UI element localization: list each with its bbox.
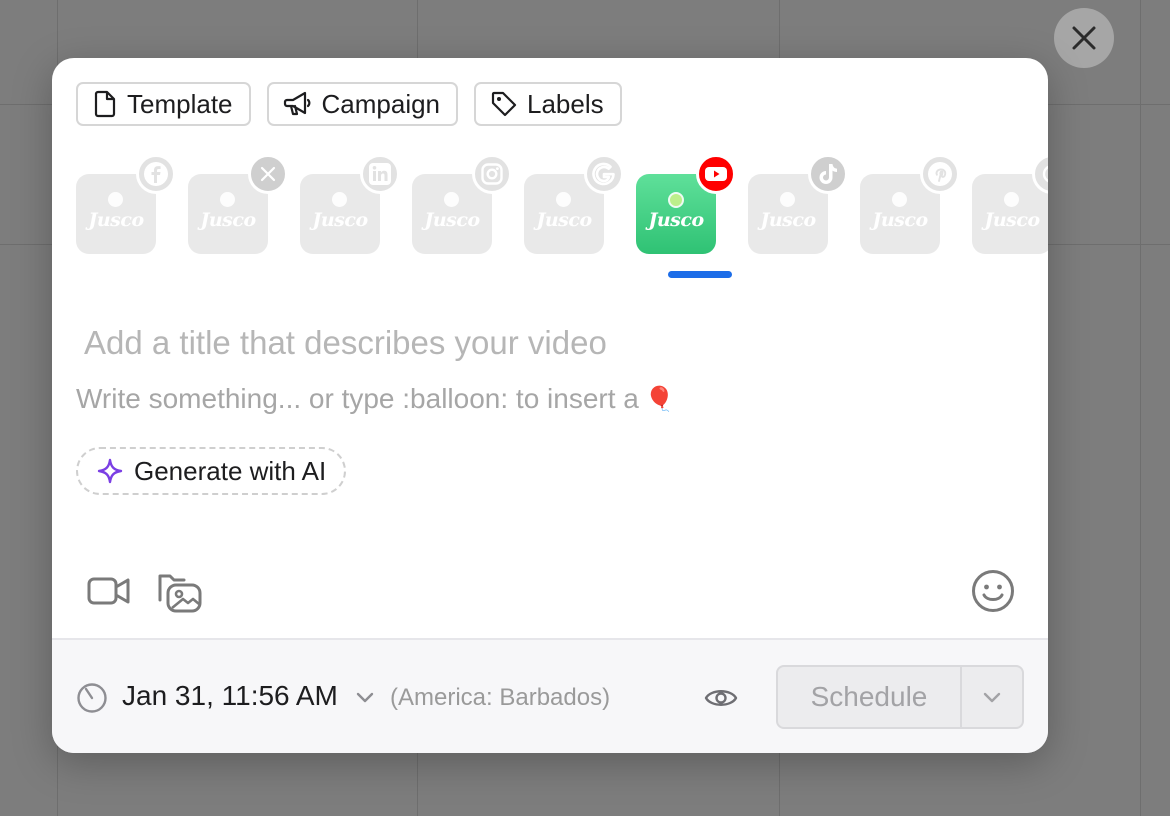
lime-logo-icon bbox=[444, 192, 459, 207]
tiktok-badge bbox=[808, 156, 848, 194]
profile-tiktok[interactable]: Jusco bbox=[748, 156, 848, 254]
template-button[interactable]: Template bbox=[76, 82, 251, 126]
add-video-button[interactable] bbox=[86, 568, 132, 619]
linkedin-badge bbox=[360, 156, 400, 194]
schedule-split-button: Schedule bbox=[776, 665, 1024, 729]
lime-logo-icon bbox=[108, 192, 123, 207]
chevron-down-icon[interactable] bbox=[354, 688, 376, 706]
compose-post-modal: Template Campaign Labels Jusco Jusco Jus… bbox=[52, 58, 1048, 753]
sparkle-icon bbox=[97, 458, 123, 484]
document-icon bbox=[94, 90, 116, 118]
x-badge bbox=[248, 156, 288, 194]
profile-x[interactable]: Jusco bbox=[188, 156, 288, 254]
facebook-badge bbox=[136, 156, 176, 194]
post-body-placeholder: Write something... or type :balloon: to … bbox=[76, 383, 639, 414]
labels-label: Labels bbox=[527, 88, 604, 119]
labels-button[interactable]: Labels bbox=[474, 82, 622, 126]
pinterest-icon bbox=[928, 162, 952, 186]
profile-pinterest[interactable]: Jusco bbox=[860, 156, 960, 254]
schedule-button[interactable]: Schedule bbox=[778, 667, 962, 727]
facebook-icon bbox=[144, 162, 168, 186]
eye-preview-icon[interactable] bbox=[704, 686, 738, 710]
generate-with-ai-button[interactable]: Generate with AI bbox=[76, 447, 347, 495]
active-profile-indicator bbox=[668, 271, 732, 278]
profile-facebook[interactable]: Jusco bbox=[76, 156, 176, 254]
youtube-badge bbox=[696, 156, 736, 194]
lime-logo-icon bbox=[1004, 192, 1019, 207]
chevron-down-icon bbox=[983, 692, 1001, 703]
threads-icon bbox=[1042, 165, 1048, 183]
lime-logo-icon bbox=[668, 192, 684, 208]
x-twitter-icon bbox=[260, 166, 276, 182]
lime-logo-icon bbox=[892, 192, 907, 207]
profile-logo-text: Jusco bbox=[200, 209, 256, 231]
schedule-date-time-picker[interactable]: Jan 31, 11:56 AM bbox=[122, 680, 338, 712]
video-title-input[interactable]: Add a title that describes your video bbox=[84, 324, 607, 362]
profile-logo-text: Jusco bbox=[312, 209, 368, 231]
google-icon bbox=[592, 162, 615, 186]
profile-logo-text: Jusco bbox=[984, 209, 1040, 231]
media-folder-icon bbox=[158, 574, 202, 613]
linkedin-icon bbox=[369, 163, 391, 185]
close-modal-button[interactable] bbox=[1054, 8, 1114, 68]
lime-logo-icon bbox=[332, 192, 347, 207]
threads-badge bbox=[1032, 156, 1048, 194]
balloon-emoji: 🎈 bbox=[644, 385, 675, 413]
lime-logo-icon bbox=[220, 192, 235, 207]
schedule-options-dropdown[interactable] bbox=[962, 667, 1022, 727]
google-badge bbox=[584, 156, 624, 194]
profile-google[interactable]: Jusco bbox=[524, 156, 624, 254]
profile-logo-text: Jusco bbox=[648, 209, 704, 231]
megaphone-icon bbox=[283, 91, 310, 116]
emoji-picker-button[interactable] bbox=[970, 568, 1016, 619]
scheduling-footer: Jan 31, 11:56 AM (America: Barbados) Sch… bbox=[52, 638, 1048, 753]
post-options-toolbar: Template Campaign Labels bbox=[76, 82, 622, 126]
profile-logo-text: Jusco bbox=[760, 209, 816, 231]
smiley-face-icon bbox=[972, 570, 1014, 612]
profile-youtube[interactable]: Jusco bbox=[636, 156, 736, 254]
profile-threads[interactable]: Jusco bbox=[972, 156, 1048, 254]
tiktok-icon bbox=[819, 164, 837, 184]
pinterest-badge bbox=[920, 156, 960, 194]
post-body-input[interactable]: Write something... or type :balloon: to … bbox=[76, 383, 675, 415]
lime-logo-icon bbox=[556, 192, 571, 207]
timezone-label: (America: Barbados) bbox=[390, 684, 611, 711]
instagram-icon bbox=[481, 163, 503, 185]
close-icon bbox=[1072, 26, 1096, 50]
profile-logo-text: Jusco bbox=[424, 209, 480, 231]
background-divider bbox=[1140, 0, 1141, 816]
campaign-button[interactable]: Campaign bbox=[266, 82, 459, 126]
profile-logo-text: Jusco bbox=[536, 209, 592, 231]
generate-with-ai-label: Generate with AI bbox=[134, 455, 327, 486]
add-media-from-library-button[interactable] bbox=[156, 568, 204, 619]
instagram-badge bbox=[472, 156, 512, 194]
tag-icon bbox=[491, 91, 517, 117]
campaign-label: Campaign bbox=[321, 88, 441, 119]
youtube-icon bbox=[705, 167, 727, 181]
social-profiles-row: Jusco Jusco Jusco Jusco Jusco Jusco Jusc… bbox=[76, 156, 1048, 286]
video-camera-icon bbox=[87, 577, 130, 605]
lime-logo-icon bbox=[780, 192, 795, 207]
template-label: Template bbox=[127, 88, 233, 119]
profile-instagram[interactable]: Jusco bbox=[412, 156, 512, 254]
profile-logo-text: Jusco bbox=[88, 209, 144, 231]
clock-icon bbox=[77, 683, 107, 713]
profile-logo-text: Jusco bbox=[872, 209, 928, 231]
profile-linkedin[interactable]: Jusco bbox=[300, 156, 400, 254]
